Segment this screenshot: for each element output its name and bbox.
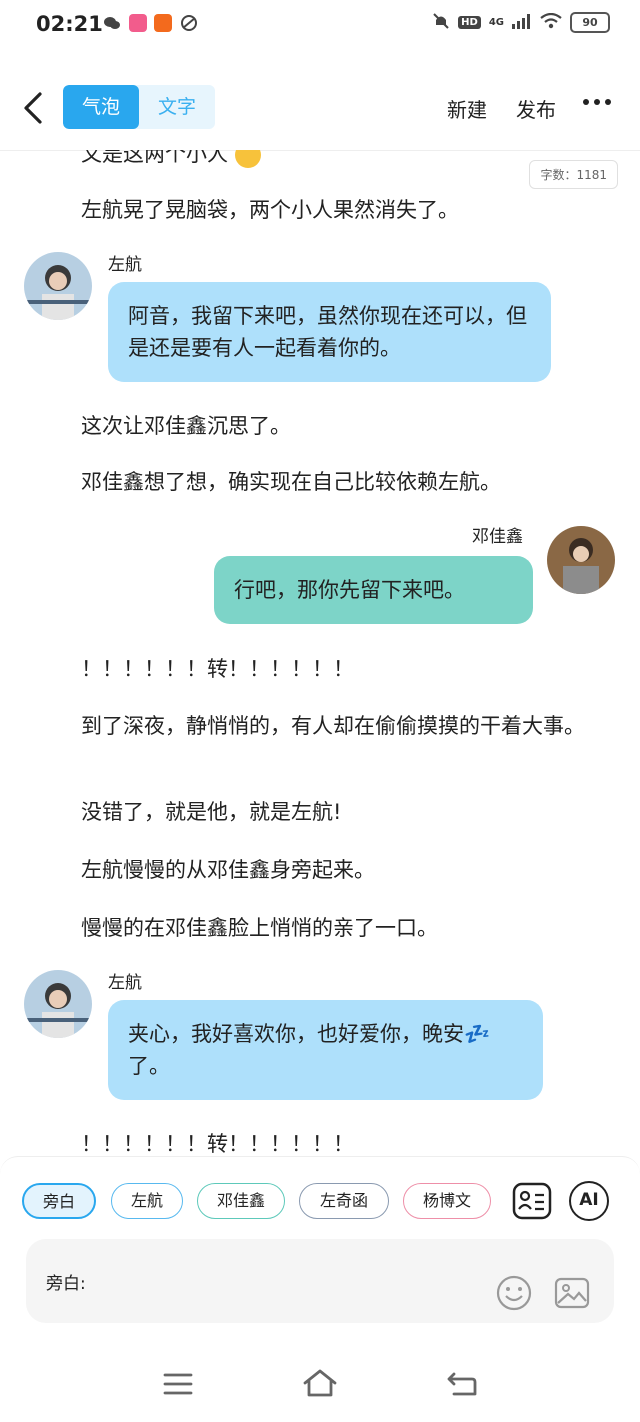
more-options-icon[interactable] bbox=[582, 96, 612, 108]
partial-text: 又是这两个小人 bbox=[81, 150, 228, 166]
narration-paragraph[interactable]: 左航慢慢的从邓佳鑫身旁起来。 bbox=[24, 854, 614, 886]
hd-badge: HD bbox=[458, 16, 481, 29]
speaker-name: 左航 bbox=[108, 255, 142, 275]
role-chip-yangbowen[interactable]: 杨博文 bbox=[403, 1183, 491, 1219]
role-chip-zuohang[interactable]: 左航 bbox=[111, 1183, 183, 1219]
app-icon-pink bbox=[129, 14, 147, 32]
app-icon-orange bbox=[154, 14, 172, 32]
network-label: 4G bbox=[488, 17, 504, 28]
speaker-name: 左航 bbox=[108, 973, 142, 993]
speaker-name: 邓佳鑫 bbox=[472, 527, 523, 547]
avatar-dengjiaxin bbox=[547, 526, 615, 594]
avatar-zuohang bbox=[24, 252, 92, 320]
home-icon[interactable] bbox=[302, 1368, 338, 1398]
sad-emoji-icon bbox=[234, 150, 261, 168]
battery-indicator: 90 bbox=[570, 12, 610, 33]
chat-bubble-right[interactable]: 行吧，那你先留下来吧。 bbox=[214, 556, 533, 624]
narration-paragraph[interactable]: 邓佳鑫想了想，确实现在自己比较依赖左航。 bbox=[24, 466, 614, 498]
role-manager-icon[interactable] bbox=[512, 1181, 552, 1221]
narration-paragraph[interactable]: 慢慢的在邓佳鑫脸上悄悄的亲了一口。 bbox=[24, 912, 614, 944]
narration-input[interactable]: 旁白: bbox=[26, 1239, 614, 1323]
input-role-label: 旁白: bbox=[46, 1274, 86, 1294]
narration-paragraph[interactable]: 没错了，就是他，就是左航! bbox=[24, 796, 614, 828]
new-button[interactable]: 新建 bbox=[447, 94, 487, 123]
chevron-left-icon bbox=[24, 92, 42, 124]
tab-text-mode[interactable]: 文字 bbox=[139, 85, 215, 129]
role-panel: 旁白 左航 邓佳鑫 左奇函 杨博文 AI 旁白: bbox=[0, 1156, 640, 1347]
role-chip-dengjiaxin[interactable]: 邓佳鑫 bbox=[197, 1183, 285, 1219]
status-icons: HD 4G 90 bbox=[432, 12, 610, 33]
status-bar: 02:21 HD 4G 90 bbox=[0, 0, 640, 50]
wechat-icon bbox=[103, 14, 121, 32]
system-nav-bar bbox=[0, 1346, 640, 1422]
signal-icon bbox=[512, 13, 532, 32]
back-nav-icon[interactable] bbox=[446, 1370, 478, 1398]
clock: 02:21 bbox=[36, 12, 103, 36]
role-chip-narrator[interactable]: 旁白 bbox=[22, 1183, 96, 1219]
narration-paragraph[interactable]: ！！！！！！转！！！！！！ bbox=[24, 1128, 614, 1155]
chat-bubble-left[interactable]: 阿音，我留下来吧，虽然你现在还可以，但是还是要有人一起看着你的。 bbox=[108, 282, 551, 382]
app-icon-orbit bbox=[180, 14, 198, 32]
mode-toggle: 气泡 文字 bbox=[63, 85, 215, 129]
chat-bubble-left[interactable]: 夹心，我好喜欢你，也好爱你，晚安💤了。 bbox=[108, 1000, 543, 1100]
story-content[interactable]: 又是这两个小人 左航晃了晃脑袋，两个小人果然消失了。 左航 阿音，我留下来吧，虽… bbox=[0, 150, 640, 1155]
narration-paragraph[interactable]: 到了深夜，静悄悄的，有人却在偷偷摸摸的干着大事。 bbox=[24, 710, 614, 742]
wifi-icon bbox=[540, 12, 562, 32]
image-icon[interactable] bbox=[554, 1275, 590, 1311]
editor-header: 气泡 文字 新建 发布 bbox=[0, 70, 640, 151]
narration-paragraph[interactable]: 这次让邓佳鑫沉思了。 bbox=[24, 410, 614, 442]
word-count-badge: 字数：1181 bbox=[529, 160, 618, 189]
avatar-zuohang bbox=[24, 970, 92, 1038]
tab-bubble-mode[interactable]: 气泡 bbox=[63, 85, 139, 129]
role-chip-zuoqihan[interactable]: 左奇函 bbox=[299, 1183, 389, 1219]
emoji-icon[interactable] bbox=[496, 1275, 532, 1311]
narration-paragraph[interactable]: ！！！！！！转！！！！！！ bbox=[24, 653, 614, 685]
menu-icon[interactable] bbox=[163, 1372, 193, 1396]
publish-button[interactable]: 发布 bbox=[516, 94, 556, 123]
back-button[interactable] bbox=[20, 88, 50, 128]
mute-bell-icon bbox=[432, 12, 450, 33]
partial-paragraph: 又是这两个小人 bbox=[24, 150, 614, 170]
narration-paragraph[interactable]: 左航晃了晃脑袋，两个小人果然消失了。 bbox=[24, 194, 614, 226]
ai-assist-button[interactable]: AI bbox=[569, 1181, 609, 1221]
